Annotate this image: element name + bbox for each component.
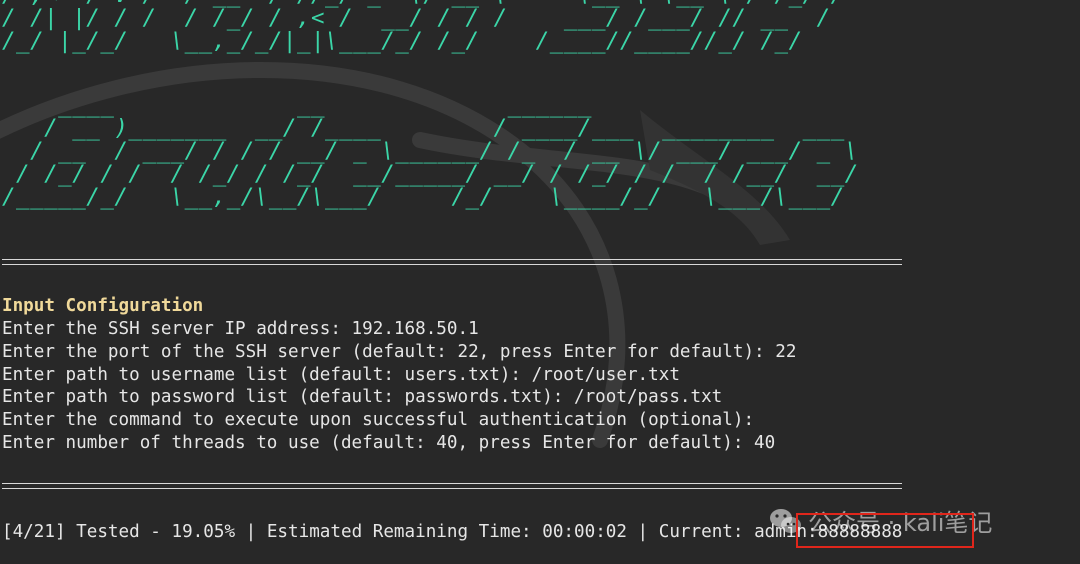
prompt-command: Enter the command to execute upon succes… <box>2 410 755 430</box>
current-label: Current: <box>658 522 744 542</box>
brute-force-ascii-banner: ____ __ ______ / __ )_______ __/ /____ /… <box>2 92 859 210</box>
config-heading: Input Configuration <box>2 296 204 316</box>
prompt-password-list: Enter path to password list (default: pa… <box>2 387 723 407</box>
tested-percentage: Tested - 19.05% <box>76 522 236 542</box>
current-credential-highlight <box>796 513 974 548</box>
prompt-threads: Enter number of threads to use (default:… <box>2 433 776 453</box>
prompt-ip-address: Enter the SSH server IP address: 192.168… <box>2 319 479 339</box>
progress-counter: [4/21] <box>2 522 66 542</box>
prompt-port: Enter the port of the SSH server (defaul… <box>2 342 797 362</box>
bottom-divider <box>2 483 902 489</box>
top-divider <box>2 259 902 265</box>
kraken-ssh-ascii-banner: / ,< / V / / __ `/ //_/ _ \/ __ \ \__ \ … <box>2 0 844 54</box>
prompt-username-list: Enter path to username list (default: us… <box>2 365 680 385</box>
remaining-time: Estimated Remaining Time: 00:00:02 <box>266 522 627 542</box>
kali-dragon-background <box>0 62 790 448</box>
